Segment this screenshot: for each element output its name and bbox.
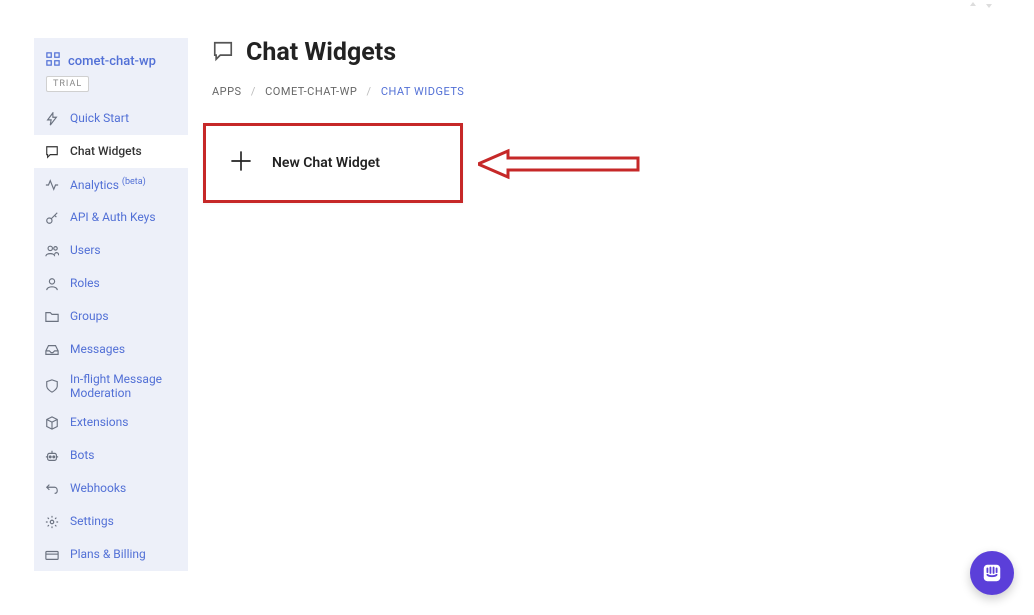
sidebar-item-groups[interactable]: Groups [34,300,188,333]
sidebar-item-label: Roles [70,276,106,290]
breadcrumb-item-current: CHAT WIDGETS [381,85,465,98]
breadcrumb-separator: / [367,85,372,98]
bolt-icon [34,112,70,126]
sidebar-item-messages[interactable]: Messages [34,333,188,366]
sidebar-item-label: Messages [70,342,131,356]
sidebar-item-webhooks[interactable]: Webhooks [34,472,188,505]
new-chat-widget-label: New Chat Widget [272,155,380,171]
card-icon [34,548,70,562]
shield-icon [34,379,70,393]
sidebar-item-label: Webhooks [70,481,132,495]
sidebar-item-users[interactable]: Users [34,234,188,267]
sidebar-item-plans-billing[interactable]: Plans & Billing [34,538,188,571]
intercom-icon [981,562,1003,584]
sidebar-item-moderation[interactable]: In-flight Message Moderation [34,366,188,406]
sidebar-item-label: Chat Widgets [70,144,148,158]
sidebar-item-bots[interactable]: Bots [34,439,188,472]
sidebar-item-label: Settings [70,514,120,528]
breadcrumb: APPS / COMET-CHAT-WP / CHAT WIDGETS [212,85,1014,98]
undo-icon [34,482,70,496]
annotation-arrow [478,148,643,184]
sidebar-item-label: Users [70,243,107,257]
chat-icon [212,40,234,66]
sidebar-item-settings[interactable]: Settings [34,505,188,538]
plus-icon [230,150,252,176]
page-heading: Chat Widgets [212,38,1014,67]
sidebar-item-extensions[interactable]: Extensions [34,406,188,439]
key-icon [34,211,70,225]
sidebar-item-analytics[interactable]: Analytics (beta) [34,168,188,201]
sidebar-item-roles[interactable]: Roles [34,267,188,300]
chat-icon [34,145,70,159]
cube-icon [34,416,70,430]
breadcrumb-separator: / [251,85,256,98]
apps-grid-icon [46,52,60,70]
inbox-icon [34,343,70,357]
sidebar-header: comet-chat-wp TRIAL [34,38,188,102]
main-content: Chat Widgets APPS / COMET-CHAT-WP / CHAT… [212,38,1014,98]
app-name-label: comet-chat-wp [68,54,156,69]
breadcrumb-item[interactable]: APPS [212,85,242,98]
new-chat-widget-button[interactable]: New Chat Widget [203,123,463,203]
person-icon [34,277,70,291]
sidebar-item-label: Bots [70,448,100,462]
breadcrumb-item[interactable]: COMET-CHAT-WP [265,85,357,98]
sidebar-item-chat-widgets[interactable]: Chat Widgets [34,135,188,168]
sidebar-item-quick-start[interactable]: Quick Start [34,102,188,135]
intercom-chat-button[interactable] [970,551,1014,595]
sidebar: comet-chat-wp TRIAL Quick Start Chat Wid… [34,38,188,571]
sidebar-item-label: Groups [70,309,115,323]
sidebar-item-api-auth[interactable]: API & Auth Keys [34,201,188,234]
top-nav-arrows [968,0,994,10]
pulse-icon [34,178,70,192]
page-title: Chat Widgets [246,38,396,67]
folder-icon [34,310,70,324]
app-name[interactable]: comet-chat-wp [46,52,176,70]
sidebar-item-label: Analytics (beta) [70,177,152,192]
sidebar-item-label: Quick Start [70,111,135,125]
trial-badge: TRIAL [46,76,89,92]
users-icon [34,244,70,258]
sidebar-item-label: Extensions [70,415,134,429]
sidebar-item-label: In-flight Message Moderation [70,372,188,401]
bot-icon [34,449,70,463]
sidebar-item-label: Plans & Billing [70,547,152,561]
gear-icon [34,515,70,529]
sidebar-item-label: API & Auth Keys [70,210,162,224]
